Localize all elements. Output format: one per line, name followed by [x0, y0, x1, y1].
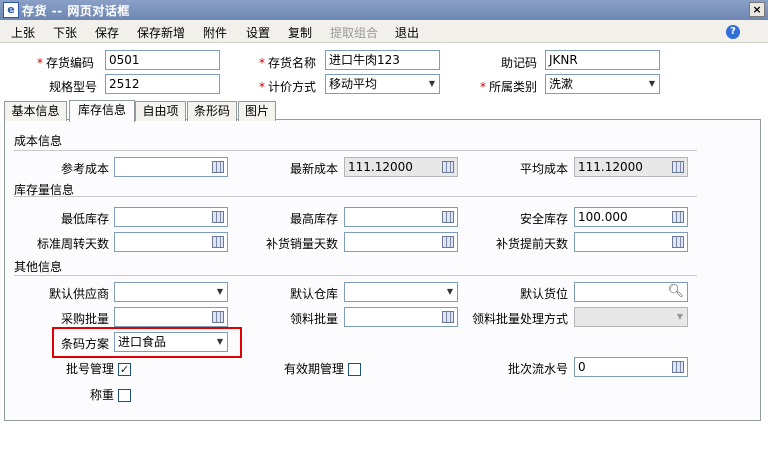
- batch-mgmt-label: 批号管理: [66, 362, 115, 376]
- latest-cost-label: 最新成本: [290, 162, 339, 176]
- pricing-value: 移动平均: [329, 77, 378, 91]
- menu-attachment[interactable]: 附件: [203, 24, 227, 41]
- chevron-down-icon: ▼: [446, 287, 453, 296]
- warehouse-select[interactable]: ▼: [344, 282, 458, 302]
- avg-cost-input: 111.12000: [574, 157, 688, 177]
- latest-cost-input: 111.12000: [344, 157, 458, 177]
- weigh-label: 称重: [90, 388, 115, 402]
- weigh-checkbox[interactable]: [118, 389, 131, 402]
- safety-stock-label: 安全库存: [520, 212, 569, 226]
- issue-method-label: 领料批量处理方式: [472, 312, 569, 326]
- menu-next[interactable]: 下张: [53, 24, 77, 41]
- issue-batch-input[interactable]: [344, 307, 458, 327]
- divider: [14, 196, 697, 197]
- other-section-title: 其他信息: [14, 260, 63, 274]
- min-stock-label: 最低库存: [61, 212, 110, 226]
- code-label: * 存货编码: [37, 56, 95, 70]
- menu-settings[interactable]: 设置: [246, 24, 270, 41]
- menu-extract-combo: 提取组合: [330, 26, 379, 40]
- supplier-select[interactable]: ▼: [114, 282, 228, 302]
- menu-save-new[interactable]: 保存新增: [137, 24, 185, 41]
- spec-input[interactable]: 2512: [105, 74, 220, 94]
- tab-inventory-info[interactable]: 库存信息: [69, 100, 135, 122]
- search-icon[interactable]: 🔍︎: [667, 284, 684, 300]
- tab-picture[interactable]: 图片: [238, 101, 276, 121]
- turnover-days-input[interactable]: [114, 232, 228, 252]
- menu-bar: 上张 下张 保存 保存新增 附件 设置 复制 提取组合 退出 ?: [0, 20, 768, 43]
- chevron-down-icon: ▼: [676, 312, 683, 321]
- avg-cost-label: 平均成本: [520, 162, 569, 176]
- calculator-icon[interactable]: [672, 211, 684, 223]
- warehouse-label: 默认仓库: [290, 287, 339, 301]
- chevron-down-icon: ▼: [648, 79, 655, 88]
- category-label: * 所属类别: [480, 80, 538, 94]
- location-label: 默认货位: [520, 287, 569, 301]
- batch-mgmt-checkbox[interactable]: ✓: [118, 363, 131, 376]
- chevron-down-icon: ▼: [216, 337, 223, 346]
- turnover-days-label: 标准周转天数: [37, 237, 110, 251]
- divider: [14, 150, 697, 151]
- tab-barcode[interactable]: 条形码: [187, 101, 237, 121]
- calculator-icon[interactable]: [212, 311, 224, 323]
- category-value: 洗漱: [549, 77, 574, 91]
- calculator-icon[interactable]: [442, 211, 454, 223]
- window-title: 存货 -- 网页对话框: [22, 4, 130, 18]
- replenish-sales-label: 补货销量天数: [266, 237, 339, 251]
- location-input[interactable]: 🔍︎: [574, 282, 688, 302]
- calculator-icon[interactable]: [212, 236, 224, 248]
- name-input[interactable]: 进口牛肉123: [325, 50, 440, 70]
- batch-serial-input[interactable]: 0: [574, 357, 688, 377]
- pricing-label: * 计价方式: [259, 80, 317, 94]
- calculator-icon: [672, 161, 684, 173]
- barcode-scheme-select[interactable]: 进口食品 ▼: [114, 332, 228, 352]
- spec-label: 规格型号: [49, 80, 98, 94]
- expiry-mgmt-checkbox[interactable]: [348, 363, 361, 376]
- max-stock-label: 最高库存: [290, 212, 339, 226]
- issue-batch-label: 领料批量: [290, 312, 339, 326]
- menu-prev[interactable]: 上张: [11, 24, 35, 41]
- help-icon[interactable]: ?: [726, 25, 740, 39]
- calculator-icon[interactable]: [442, 311, 454, 323]
- max-stock-input[interactable]: [344, 207, 458, 227]
- min-stock-input[interactable]: [114, 207, 228, 227]
- replenish-sales-input[interactable]: [344, 232, 458, 252]
- purchase-batch-label: 采购批量: [61, 312, 110, 326]
- calculator-icon[interactable]: [672, 361, 684, 373]
- mnemonic-label: 助记码: [501, 56, 538, 70]
- category-select[interactable]: 洗漱 ▼: [545, 74, 660, 94]
- replenish-lead-label: 补货提前天数: [496, 237, 569, 251]
- ie-icon: e: [3, 2, 19, 18]
- calculator-icon[interactable]: [672, 236, 684, 248]
- mnemonic-input[interactable]: JKNR: [545, 50, 660, 70]
- name-label: * 存货名称: [259, 56, 317, 70]
- chevron-down-icon: ▼: [428, 79, 435, 88]
- tab-free-items[interactable]: 自由项: [135, 101, 186, 121]
- close-button[interactable]: ×: [749, 2, 765, 17]
- menu-exit[interactable]: 退出: [395, 24, 419, 41]
- code-input[interactable]: 0501: [105, 50, 220, 70]
- title-bar: e 存货 -- 网页对话框 ×: [0, 0, 768, 20]
- supplier-label: 默认供应商: [49, 287, 110, 301]
- replenish-lead-input[interactable]: [574, 232, 688, 252]
- calculator-icon[interactable]: [212, 211, 224, 223]
- purchase-batch-input[interactable]: [114, 307, 228, 327]
- menu-copy[interactable]: 复制: [288, 24, 312, 41]
- calculator-icon[interactable]: [212, 161, 224, 173]
- menu-save[interactable]: 保存: [95, 24, 119, 41]
- divider: [14, 275, 697, 276]
- expiry-mgmt-label: 有效期管理: [284, 362, 345, 376]
- calculator-icon[interactable]: [442, 236, 454, 248]
- cost-section-title: 成本信息: [14, 134, 63, 148]
- pricing-select[interactable]: 移动平均 ▼: [325, 74, 440, 94]
- safety-stock-input[interactable]: 100.000: [574, 207, 688, 227]
- ref-cost-label: 参考成本: [61, 162, 110, 176]
- barcode-scheme-label: 条码方案: [61, 337, 110, 351]
- calculator-icon: [442, 161, 454, 173]
- issue-method-select: ▼: [574, 307, 688, 327]
- batch-serial-label: 批次流水号: [508, 362, 569, 376]
- tab-basic-info[interactable]: 基本信息: [4, 101, 67, 121]
- ref-cost-input[interactable]: [114, 157, 228, 177]
- chevron-down-icon: ▼: [216, 287, 223, 296]
